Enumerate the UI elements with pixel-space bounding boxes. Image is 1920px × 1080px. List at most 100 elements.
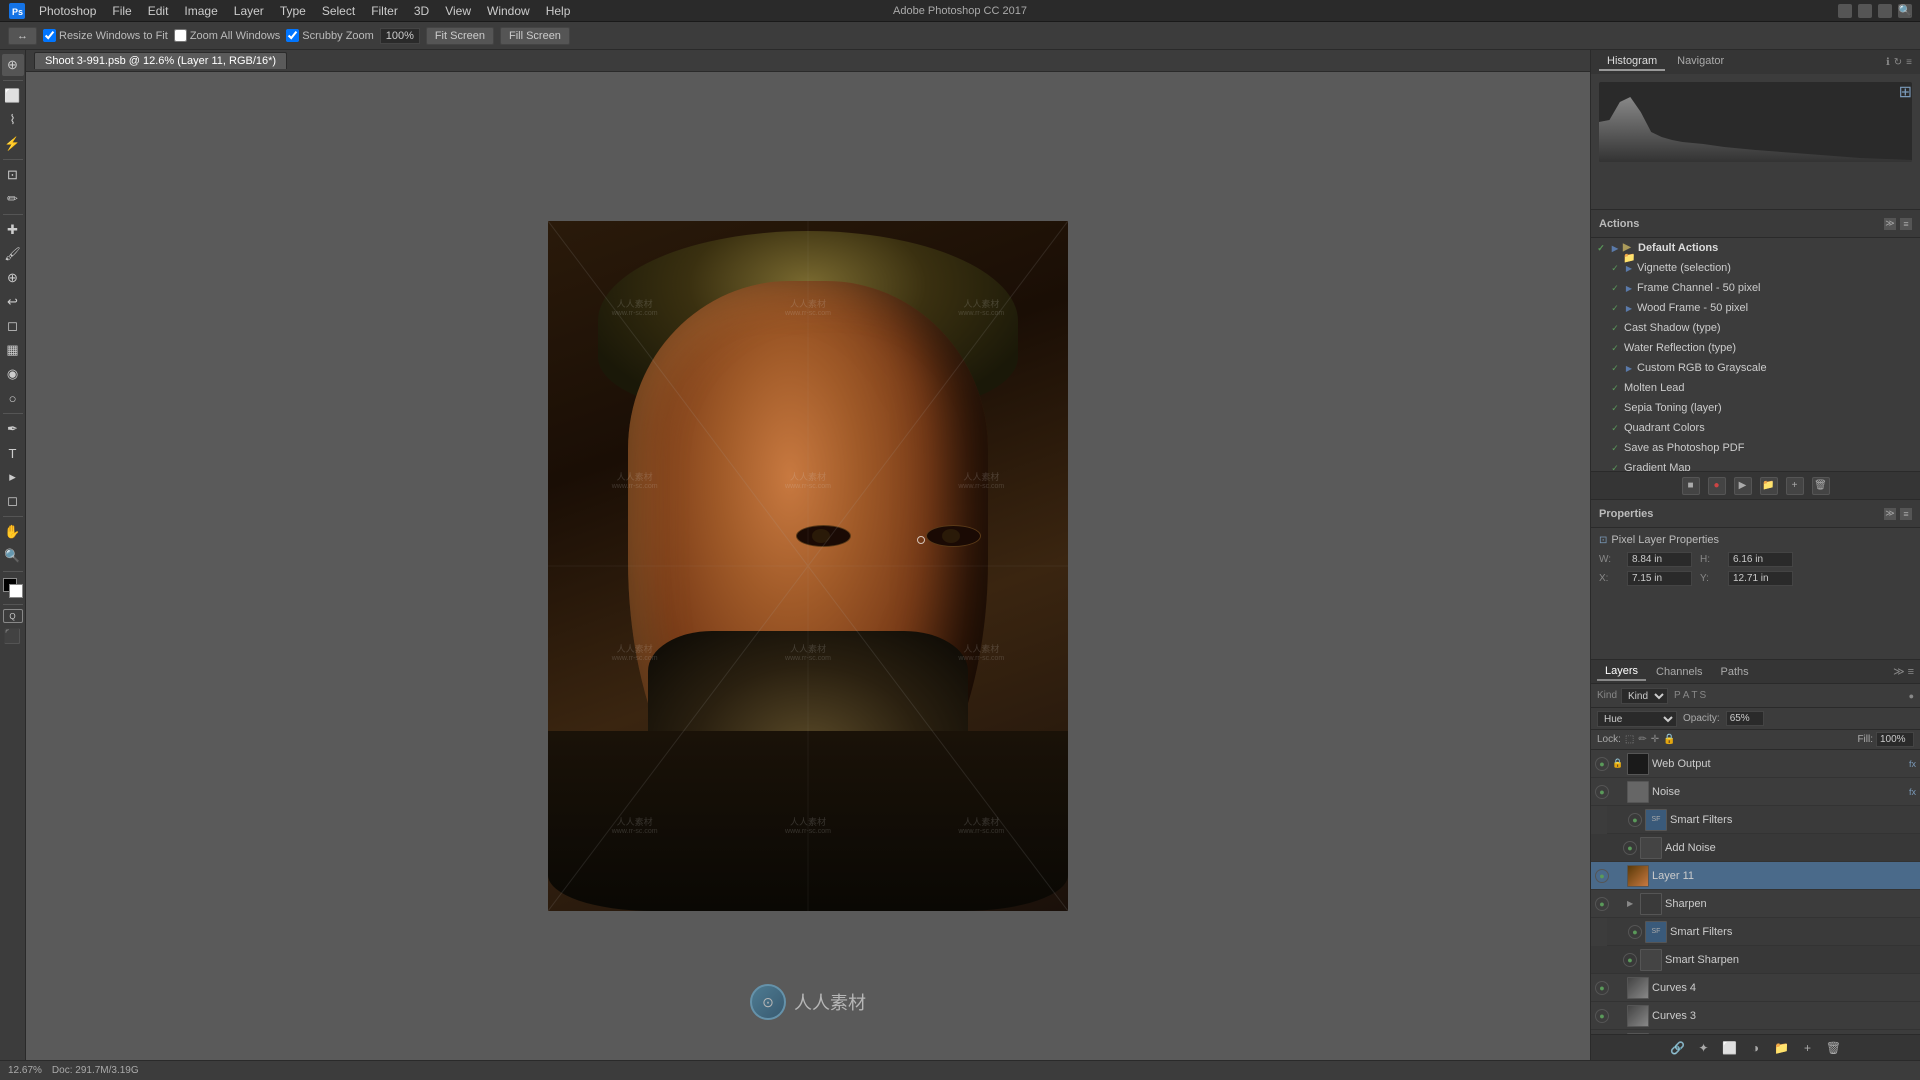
lock-position-icon[interactable]: ✛ bbox=[1651, 734, 1659, 745]
layer-visibility-eye[interactable]: ● bbox=[1628, 925, 1642, 939]
histogram-expand-icon[interactable]: ⊞ bbox=[1899, 84, 1912, 101]
zoom-input[interactable] bbox=[380, 28, 420, 44]
fit-screen-btn[interactable]: Fit Screen bbox=[426, 27, 494, 45]
new-layer-btn[interactable]: + bbox=[1798, 1039, 1818, 1057]
move-tool[interactable]: ⊕ bbox=[2, 54, 24, 76]
layer-curves-4[interactable]: ● Curves 4 bbox=[1591, 974, 1920, 1002]
menu-window[interactable]: Window bbox=[480, 2, 537, 20]
quick-mask-btn[interactable]: Q bbox=[3, 609, 23, 623]
layer-smart-filters-2[interactable]: ● SF Smart Filters bbox=[1607, 918, 1920, 946]
histogram-refresh-icon[interactable]: ↻ bbox=[1894, 57, 1902, 68]
hand-tool[interactable]: ✋ bbox=[2, 521, 24, 543]
layers-menu-btn[interactable]: ≡ bbox=[1908, 665, 1914, 678]
clone-stamp-tool[interactable]: ⊕ bbox=[2, 267, 24, 289]
pen-tool[interactable]: ✒ bbox=[2, 418, 24, 440]
layer-web-output[interactable]: ● 🔒 Web Output fx bbox=[1591, 750, 1920, 778]
actions-collapse-btn[interactable]: ≫ bbox=[1884, 218, 1896, 230]
resize-windows-checkbox[interactable] bbox=[43, 29, 56, 42]
fill-screen-btn[interactable]: Fill Screen bbox=[500, 27, 570, 45]
dodge-tool[interactable]: ○ bbox=[2, 387, 24, 409]
filter-type-icon[interactable]: T bbox=[1691, 690, 1697, 701]
play-btn[interactable]: ▶ bbox=[1734, 477, 1752, 495]
layers-kind-select[interactable]: Kind bbox=[1621, 688, 1668, 704]
new-set-btn[interactable]: 📁 bbox=[1760, 477, 1778, 495]
layer-sharpen-group[interactable]: ● ▶ Sharpen bbox=[1591, 890, 1920, 918]
menu-3d[interactable]: 3D bbox=[407, 2, 436, 20]
new-group-btn[interactable]: 📁 bbox=[1772, 1039, 1792, 1057]
menu-image[interactable]: Image bbox=[177, 2, 224, 20]
blend-mode-select[interactable]: Hue Normal Multiply Screen bbox=[1597, 711, 1677, 727]
actions-menu-btn[interactable]: ≡ bbox=[1900, 218, 1912, 230]
layer-noise[interactable]: ● Noise fx bbox=[1591, 778, 1920, 806]
layer-smart-filters-1[interactable]: ● SF Smart Filters bbox=[1607, 806, 1920, 834]
layer-curves-3[interactable]: ● Curves 3 bbox=[1591, 1002, 1920, 1030]
add-mask-btn[interactable]: ⬜ bbox=[1720, 1039, 1740, 1057]
tab-histogram[interactable]: Histogram bbox=[1599, 53, 1665, 71]
action-vignette[interactable]: ✓ ▶ Vignette (selection) bbox=[1605, 258, 1920, 278]
eyedropper-tool[interactable]: ✏ bbox=[2, 188, 24, 210]
menu-type[interactable]: Type bbox=[273, 2, 313, 20]
tab-layers[interactable]: Layers bbox=[1597, 663, 1646, 681]
search-menu-icon[interactable]: 🔍 bbox=[1898, 4, 1912, 18]
menu-edit[interactable]: Edit bbox=[141, 2, 176, 20]
layers-collapse-btn[interactable]: ≫ bbox=[1893, 665, 1905, 678]
layer-smart-sharpen[interactable]: ● Smart Sharpen bbox=[1591, 946, 1920, 974]
layer-visibility-eye[interactable]: ● bbox=[1623, 953, 1637, 967]
layer-visibility-eye[interactable]: ● bbox=[1623, 841, 1637, 855]
quick-select-tool[interactable]: ⚡ bbox=[2, 133, 24, 155]
opacity-input[interactable] bbox=[1726, 711, 1764, 726]
layer-visibility-eye[interactable]: ● bbox=[1595, 981, 1609, 995]
healing-brush-tool[interactable]: ✚ bbox=[2, 219, 24, 241]
history-brush-tool[interactable]: ↩ bbox=[2, 291, 24, 313]
layer-visibility-eye[interactable]: ● bbox=[1595, 869, 1609, 883]
layer-11[interactable]: ● Layer 11 bbox=[1591, 862, 1920, 890]
menu-photoshop[interactable]: Photoshop bbox=[32, 2, 103, 20]
lock-transparent-icon[interactable]: ⬚ bbox=[1625, 734, 1634, 745]
action-gradient-map[interactable]: ✓ Gradient Map bbox=[1605, 458, 1920, 471]
menu-filter[interactable]: Filter bbox=[364, 2, 405, 20]
tab-navigator[interactable]: Navigator bbox=[1669, 53, 1732, 71]
eraser-tool[interactable]: ◻ bbox=[2, 315, 24, 337]
properties-menu-btn[interactable]: ≡ bbox=[1900, 508, 1912, 520]
crop-tool[interactable]: ⊡ bbox=[2, 164, 24, 186]
action-water-reflection[interactable]: ✓ Water Reflection (type) bbox=[1605, 338, 1920, 358]
path-selection-tool[interactable]: ▸ bbox=[2, 466, 24, 488]
action-wood-frame[interactable]: ✓ ▶ Wood Frame - 50 pixel bbox=[1605, 298, 1920, 318]
tab-channels[interactable]: Channels bbox=[1648, 664, 1710, 680]
new-fill-adj-btn[interactable]: ◑ bbox=[1746, 1039, 1766, 1057]
menu-help[interactable]: Help bbox=[539, 2, 578, 20]
action-group-default[interactable]: ✓ ▶ ▶ 📁 Default Actions bbox=[1591, 238, 1920, 258]
filter-shape-icon[interactable]: S bbox=[1699, 690, 1706, 701]
zoom-tool[interactable]: 🔍 bbox=[2, 545, 24, 567]
filter-pixel-icon[interactable]: P bbox=[1674, 690, 1681, 701]
menu-layer[interactable]: Layer bbox=[227, 2, 271, 20]
properties-collapse-btn[interactable]: ≫ bbox=[1884, 508, 1896, 520]
delete-layer-btn[interactable]: 🗑 bbox=[1824, 1039, 1844, 1057]
link-layers-btn[interactable]: 🔗 bbox=[1668, 1039, 1688, 1057]
layer-visibility-eye[interactable]: ● bbox=[1595, 1009, 1609, 1023]
record-btn[interactable]: ● bbox=[1708, 477, 1726, 495]
menu-file[interactable]: File bbox=[105, 2, 138, 20]
blur-tool[interactable]: ◉ bbox=[2, 363, 24, 385]
tab-paths[interactable]: Paths bbox=[1713, 664, 1757, 680]
lasso-tool[interactable]: ⌇ bbox=[2, 109, 24, 131]
action-molten-lead[interactable]: ✓ Molten Lead bbox=[1605, 378, 1920, 398]
canvas-content[interactable]: 人人素材www.rr-sc.com 人人素材www.rr-sc.com 人人素材… bbox=[26, 72, 1590, 1060]
lock-all-icon[interactable]: 🔒 bbox=[1663, 734, 1675, 745]
filter-adjust-icon[interactable]: A bbox=[1683, 690, 1690, 701]
menu-view[interactable]: View bbox=[438, 2, 478, 20]
color-swatches[interactable] bbox=[3, 578, 23, 598]
gradient-tool[interactable]: ▦ bbox=[2, 339, 24, 361]
screen-mode-btn[interactable]: ⬛ bbox=[2, 625, 24, 647]
shape-tool[interactable]: ◻ bbox=[2, 490, 24, 512]
scrubby-checkbox[interactable] bbox=[286, 29, 299, 42]
zoom-all-checkbox[interactable] bbox=[174, 29, 187, 42]
group-arrow-icon[interactable]: ▶ bbox=[1627, 899, 1637, 908]
action-quadrant-colors[interactable]: ✓ Quadrant Colors bbox=[1605, 418, 1920, 438]
menu-select[interactable]: Select bbox=[315, 2, 362, 20]
add-layer-style-btn[interactable]: ✦ bbox=[1694, 1039, 1714, 1057]
move-tool-btn[interactable]: ↔ bbox=[8, 27, 37, 45]
layer-visibility-eye[interactable]: ● bbox=[1628, 813, 1642, 827]
brush-tool[interactable]: 🖌 bbox=[2, 243, 24, 265]
action-frame-channel[interactable]: ✓ ▶ Frame Channel - 50 pixel bbox=[1605, 278, 1920, 298]
